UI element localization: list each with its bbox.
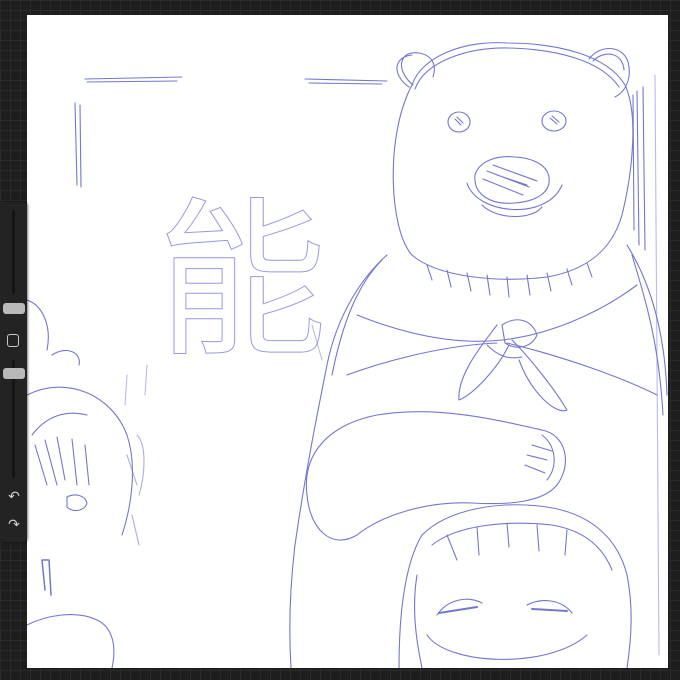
redo-glyph: ↷ <box>8 517 20 533</box>
brush-size-slider-thumb[interactable] <box>3 303 25 314</box>
app-window: 能 ↶ ↷ <box>0 0 680 680</box>
redo-icon[interactable]: ↷ <box>3 514 25 536</box>
undo-icon[interactable]: ↶ <box>3 486 25 508</box>
drawing-canvas[interactable]: 能 <box>27 15 668 668</box>
sketch-artwork: 能 <box>27 42 668 668</box>
brush-size-slider[interactable] <box>12 210 15 294</box>
brush-sidebar: ↶ ↷ <box>0 202 27 542</box>
opacity-slider-thumb[interactable] <box>3 368 25 379</box>
undo-glyph: ↶ <box>8 489 20 505</box>
modify-button[interactable] <box>7 334 19 347</box>
sign-character: 能 <box>157 183 327 381</box>
